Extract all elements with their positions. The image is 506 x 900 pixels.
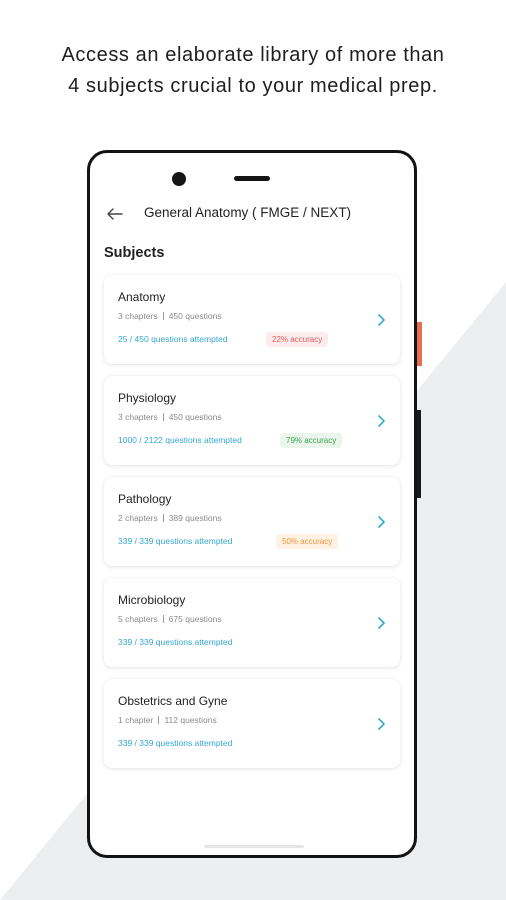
meta-divider (162, 514, 164, 522)
chevron-right-icon (378, 718, 385, 730)
headline: Access an elaborate library of more than… (0, 40, 506, 102)
progress-text: 339 / 339 questions attempted (118, 637, 233, 647)
meta-divider (158, 716, 160, 724)
subject-meta: 2 chapters 389 questions (118, 513, 222, 523)
subject-name: Pathology (118, 492, 172, 506)
accuracy-badge: 79% accuracy (280, 433, 343, 448)
question-count: 450 questions (168, 311, 222, 321)
chapter-count: 5 chapters (118, 614, 158, 624)
section-title: Subjects (104, 245, 165, 261)
chevron-right-icon (378, 415, 385, 427)
subject-card-microbiology[interactable]: Microbiology 5 chapters 675 questions 339… (104, 578, 400, 667)
question-count: 112 questions (164, 715, 217, 725)
subject-name: Obstetrics and Gyne (118, 694, 228, 708)
home-indicator[interactable] (204, 845, 304, 848)
front-camera (172, 172, 186, 186)
progress-text: 339 / 339 questions attempted (118, 536, 233, 546)
question-count: 450 questions (168, 412, 222, 422)
arrow-left-icon[interactable] (104, 203, 126, 225)
headline-line-2: 4 subjects crucial to your medical prep. (68, 75, 438, 97)
chevron-right-icon (378, 314, 385, 326)
subject-list: Anatomy 3 chapters 450 questions 25 / 450… (104, 275, 402, 780)
meta-divider (162, 413, 164, 421)
accuracy-badge: 22% accuracy (266, 332, 329, 347)
chapter-count: 3 chapters (118, 311, 158, 321)
headline-line-1: Access an elaborate library of more than (61, 44, 445, 66)
progress-text: 25 / 450 questions attempted (118, 334, 228, 344)
question-count: 675 questions (168, 614, 222, 624)
chapter-count: 2 chapters (118, 513, 158, 523)
chevron-right-icon (378, 617, 385, 629)
subject-meta: 3 chapters 450 questions (118, 311, 222, 321)
subject-card-obstetrics-gyne[interactable]: Obstetrics and Gyne 1 chapter 112 questio… (104, 679, 400, 768)
progress-text: 1000 / 2122 questions attempted (118, 435, 242, 445)
phone-frame: General Anatomy ( FMGE / NEXT) Subjects … (87, 150, 417, 858)
question-count: 389 questions (168, 513, 222, 523)
meta-divider (162, 312, 164, 320)
subject-name: Microbiology (118, 593, 186, 607)
accuracy-badge: 50% accuracy (276, 534, 339, 549)
subject-name: Physiology (118, 391, 177, 405)
chapter-count: 1 chapter (118, 715, 154, 725)
progress-text: 339 / 339 questions attempted (118, 738, 233, 748)
chapter-count: 3 chapters (118, 412, 158, 422)
phone-speaker (234, 176, 270, 181)
subject-card-physiology[interactable]: Physiology 3 chapters 450 questions 1000 … (104, 376, 400, 465)
app-bar: General Anatomy ( FMGE / NEXT) (90, 197, 414, 233)
subject-card-anatomy[interactable]: Anatomy 3 chapters 450 questions 25 / 450… (104, 275, 400, 364)
meta-divider (162, 615, 164, 623)
subject-name: Anatomy (118, 290, 166, 304)
subject-meta: 1 chapter 112 questions (118, 715, 217, 725)
subject-card-pathology[interactable]: Pathology 2 chapters 389 questions 339 / … (104, 477, 400, 566)
chevron-right-icon (378, 516, 385, 528)
subject-meta: 5 chapters 675 questions (118, 614, 222, 624)
subject-meta: 3 chapters 450 questions (118, 412, 222, 422)
page-title: General Anatomy ( FMGE / NEXT) (144, 205, 352, 220)
